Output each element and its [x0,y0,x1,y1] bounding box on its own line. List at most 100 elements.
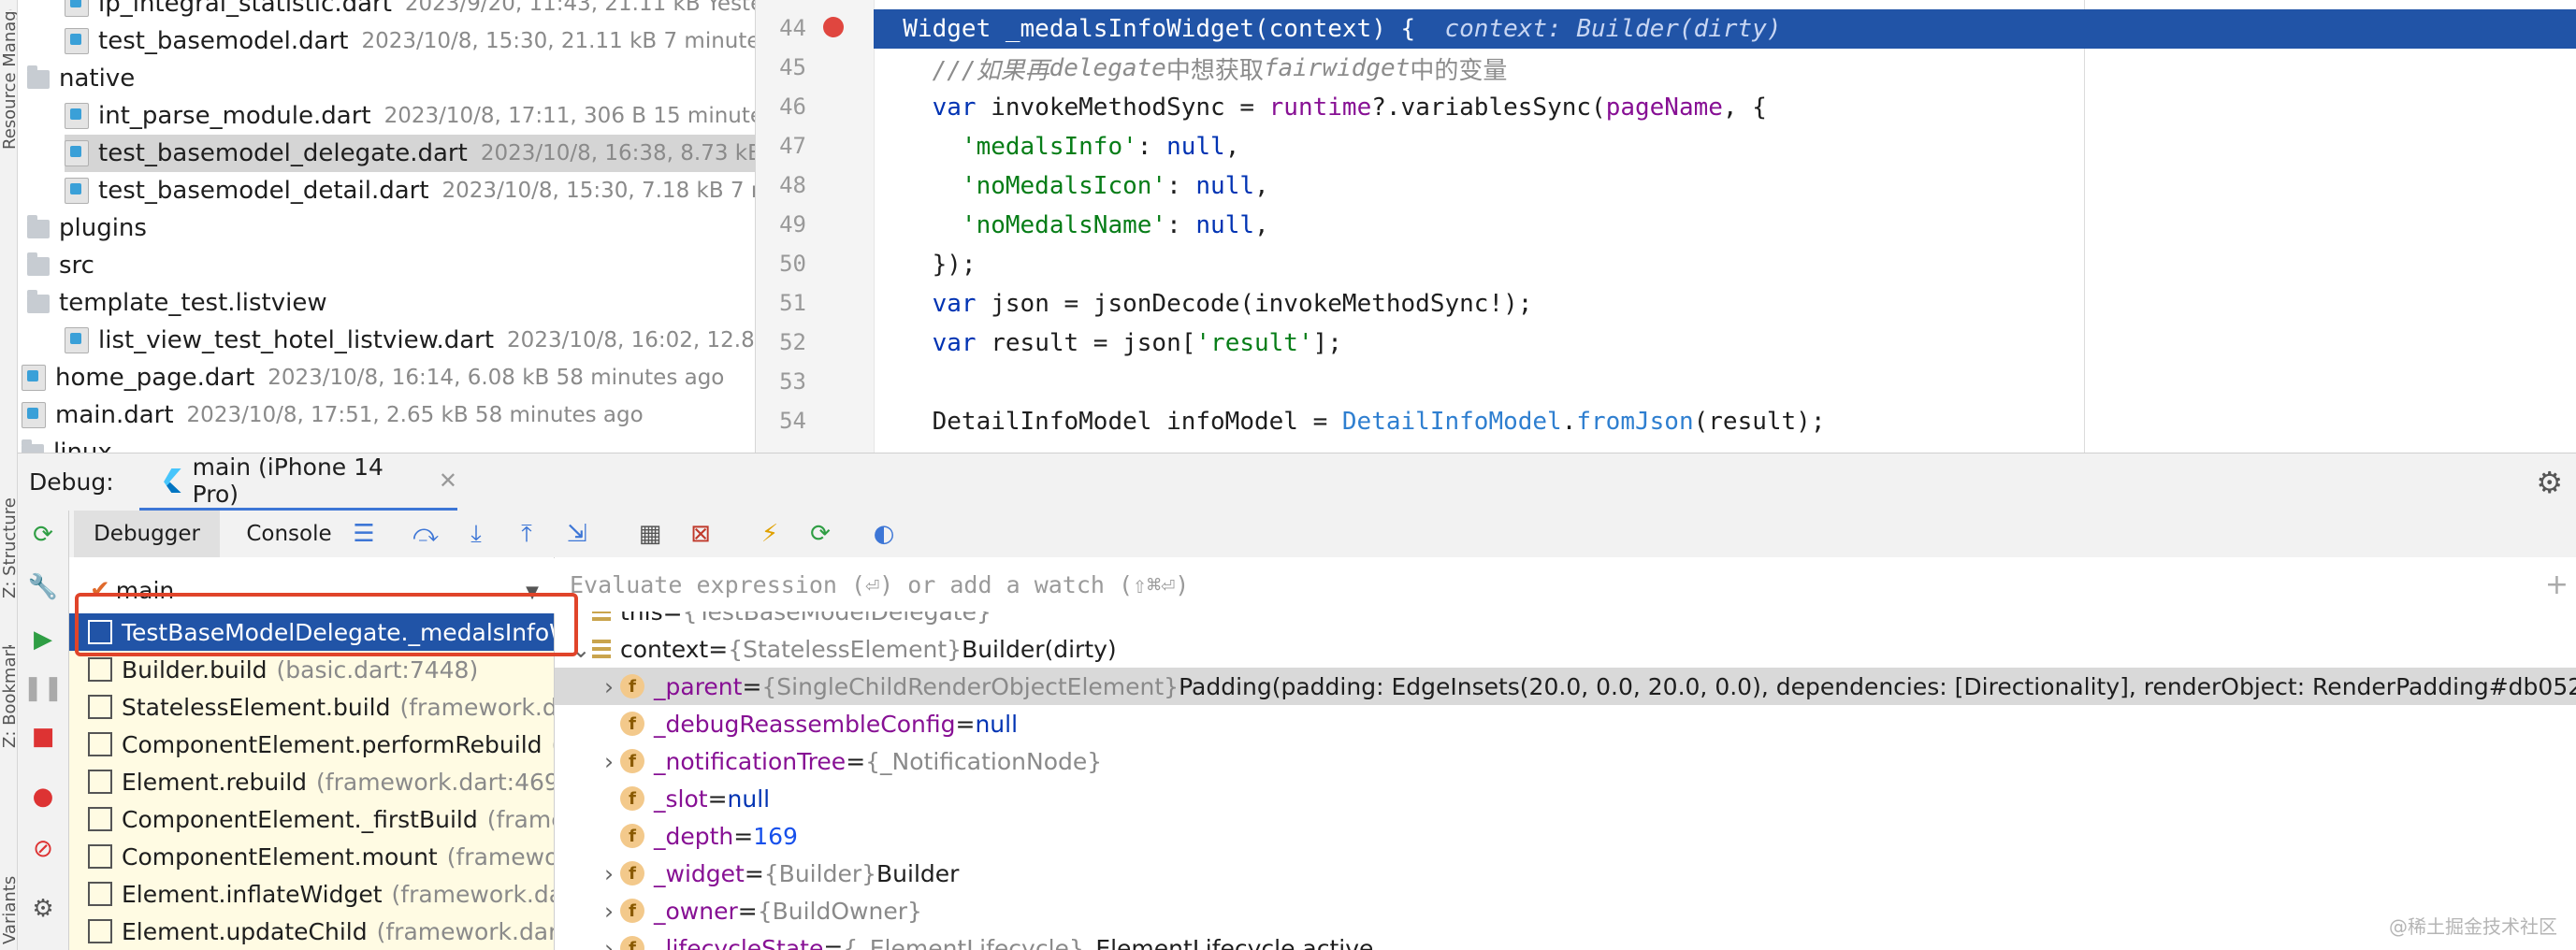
wrench-icon[interactable]: 🔧 [28,572,58,602]
chevron-right-icon[interactable]: › [598,748,620,775]
variable-row[interactable]: › f _lifecycleState = {_ElementLifecycle} … [555,929,2576,950]
close-tab-icon[interactable]: ✕ [439,468,457,494]
tree-item[interactable]: main.dart 2023/10/8, 17:51, 2.65 kB 58 mi… [22,396,755,434]
stack-frame[interactable]: Element.updateChild (framework.dart: [69,913,554,950]
tab-debugger[interactable]: Debugger [74,511,220,557]
stack-frame[interactable]: Builder.build (basic.dart:7448) [69,651,554,688]
variables-panel: this = {TestBaseModelDelegate} ⌄ context … [555,612,2576,950]
field-icon: f [620,861,644,885]
variable-row[interactable]: › f _widget = {Builder} Builder [555,855,2576,892]
tree-item[interactable]: int_parse_module.dart 2023/10/8, 17:11, 3… [65,97,755,135]
evaluate-expression-bar[interactable]: Evaluate expression (⏎) or add a watch (… [555,557,2576,612]
rerun-icon[interactable]: ⟳ [28,520,58,550]
variable-row[interactable]: this = {TestBaseModelDelegate} [555,612,2576,630]
line-number: 51 [779,290,806,316]
step-over-icon[interactable]: ⤼ [411,519,441,549]
tree-item[interactable]: home_page.dart 2023/10/8, 16:14, 6.08 kB … [22,359,755,396]
code-line[interactable]: var json = jsonDecode(invokeMethodSync!)… [874,284,2576,324]
code-line[interactable]: var result = json['result']; [874,324,2576,363]
code-line[interactable]: var invokeMethodSync = runtime ?.variable… [874,88,2576,127]
current-execution-line[interactable]: Widget _medalsInfoWidget(context) { cont… [874,9,2576,49]
local-variable-icon [592,612,611,621]
variable-row[interactable]: f _debugReassembleConfig = null [555,705,2576,742]
variable-row[interactable]: › f _parent = {SingleChildRenderObjectElem… [555,668,2576,705]
add-watch-icon[interactable]: + [2545,569,2569,601]
code-line[interactable]: ///如果再 delegate 中想获取 fairwidget 中的变量 [874,49,2576,88]
code-line[interactable] [874,363,2576,402]
dart-file-icon [22,402,46,428]
line-number: 47 [779,133,806,159]
code-token: var [874,290,991,318]
hot-reload-icon[interactable]: ⚡ [755,519,785,549]
frame-icon [88,844,112,869]
tree-item[interactable]: test_basemodel_delegate.dart 2023/10/8, 1… [65,135,755,172]
tool-tab-bookmarks[interactable]: Z: Bookmarks [0,645,17,748]
tree-item[interactable]: src [27,247,755,284]
stack-frame[interactable]: ComponentElement.performRebuild(f [69,726,554,763]
variable-value: null [975,710,1019,738]
code-line[interactable]: 'noMedalsName': null, [874,206,2576,245]
chevron-right-icon[interactable]: › [598,935,620,950]
tree-item[interactable]: test_basemodel.dart 2023/10/8, 15:30, 21.… [65,22,755,60]
stack-frame[interactable]: ComponentElement._firstBuild (framew [69,800,554,838]
tab-console[interactable]: Console [224,511,355,557]
variable-row[interactable]: f _slot = null [555,780,2576,817]
code-line[interactable]: 'medalsInfo': null, [874,127,2576,166]
breakpoint-icon[interactable] [823,17,844,37]
chevron-right-icon[interactable]: › [598,673,620,700]
evaluate-input[interactable]: Evaluate expression (⏎) or add a watch (… [570,571,1189,598]
chevron-right-icon[interactable]: › [598,898,620,925]
step-out-icon[interactable]: ⤒ [512,519,542,549]
code-token: DetailInfoModel infoModel = [874,408,1342,436]
variable-row[interactable]: f _depth = 169 [555,817,2576,855]
evaluate-icon[interactable]: ▦ [635,519,665,549]
tree-item[interactable]: plugins [27,209,755,247]
code-token: ?.variablesSync( [1371,94,1606,122]
code-token: : [1136,133,1167,161]
code-token: : [1166,211,1196,239]
tree-item-meta: 2023/10/8, 16:02, 12.88 kB [507,328,755,353]
restore-layout-icon[interactable]: ☰ [349,519,379,549]
chevron-right-icon[interactable]: › [598,860,620,887]
stack-frame[interactable]: Element.rebuild (framework.dart:4690 [69,763,554,800]
tree-item[interactable]: linux [22,434,755,453]
code-line[interactable]: }); [874,245,2576,284]
frame-method: ComponentElement.mount [122,842,438,871]
stack-frame[interactable]: StatelessElement.build (framework.da [69,688,554,726]
variable-row[interactable]: › f _owner = {BuildOwner} [555,892,2576,929]
step-into-icon[interactable]: ⤓ [461,519,491,549]
code-editor[interactable]: 44 45 46 47 48 49 50 51 52 53 54 Widget _medalsInf… [756,0,2576,453]
tab-debugger-label: Debugger [94,522,200,546]
tree-item[interactable]: lp_integral_statistic.dart 2023/9/20, 11:… [65,0,755,22]
stack-frame[interactable]: ComponentElement.mount (framework [69,838,554,875]
tree-item[interactable]: native [27,60,755,97]
devtools-icon[interactable]: ◐ [869,519,899,549]
pause-icon[interactable]: ❚❚ [22,673,64,703]
tab-console-label: Console [246,522,332,546]
tree-item[interactable]: test_basemodel_detail.dart 2023/10/8, 15:… [65,172,755,209]
tree-item[interactable]: list_view_test_hotel_listview.dart 2023/1… [65,322,755,359]
run-to-cursor-icon[interactable]: ⇲ [562,519,592,549]
debug-settings-icon[interactable]: ⚙ [28,894,58,924]
variable-row[interactable]: ⌄ context = {StatelessElement} Builder(di… [555,630,2576,668]
code-line[interactable]: DetailInfoModel infoModel = DetailInfoMo… [874,402,2576,441]
debug-session-tab[interactable]: main (iPhone 14 Pro) ✕ [139,453,457,511]
stop-mute-icon[interactable]: ⊠ [686,519,716,549]
hot-restart-icon[interactable]: ⟳ [805,519,835,549]
stack-frame[interactable]: Element.inflateWidget (framework.dar [69,875,554,913]
code-line[interactable]: 'noMedalsIcon': null, [874,166,2576,206]
tool-tab-variants[interactable]: Variants [0,842,17,944]
view-breakpoints-icon[interactable]: ● [28,782,58,812]
field-icon: f [620,936,644,950]
tree-item[interactable]: template_test.listview [27,284,755,322]
stop-icon[interactable]: ■ [28,722,58,752]
variable-row[interactable]: › f _notificationTree = {_NotificationNode… [555,742,2576,780]
tool-tab-resource-manager[interactable]: Resource Manager [0,9,17,150]
mute-breakpoints-icon[interactable]: ⊘ [28,834,58,864]
dart-file-icon [65,327,89,353]
variable-value: Builder(dirty) [962,635,1117,663]
settings-gear-icon[interactable]: ⚙ [2536,465,2563,500]
tool-tab-structure[interactable]: Z: Structure [0,439,17,598]
resume-icon[interactable]: ▶ [28,625,58,655]
editor-gutter[interactable]: 44 45 46 47 48 49 50 51 52 53 54 [756,0,875,453]
